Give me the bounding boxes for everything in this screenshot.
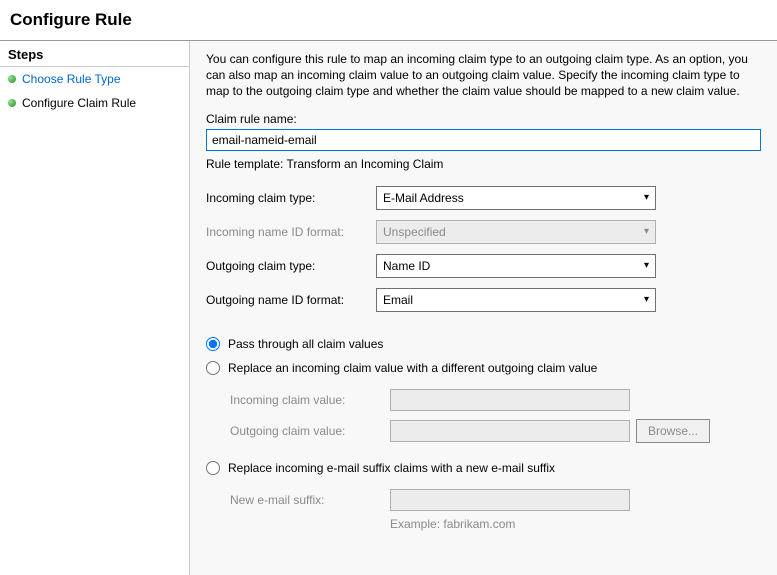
claim-rule-name-label: Claim rule name: (206, 112, 761, 126)
outgoing-nameid-format-label: Outgoing name ID format: (206, 283, 376, 317)
incoming-claim-value-label: Incoming claim value: (230, 385, 390, 415)
radio-replace-suffix-row[interactable]: Replace incoming e-mail suffix claims wi… (206, 461, 761, 475)
incoming-claim-value-input (390, 389, 630, 411)
suffix-example-text: Example: fabrikam.com (390, 517, 761, 531)
sidebar-header: Steps (0, 41, 189, 67)
radio-label: Replace an incoming claim value with a d… (228, 361, 597, 375)
claim-rule-name-input[interactable] (206, 129, 761, 151)
step-label: Configure Claim Rule (22, 96, 136, 110)
select-value: Email (383, 293, 413, 307)
main-panel: You can configure this rule to map an in… (190, 41, 777, 575)
outgoing-claim-value-label: Outgoing claim value: (230, 415, 390, 447)
new-email-suffix-input (390, 489, 630, 511)
radio-replace-value[interactable] (206, 361, 220, 375)
radio-replace-value-row[interactable]: Replace an incoming claim value with a d… (206, 361, 761, 375)
radio-pass-through[interactable] (206, 337, 220, 351)
radio-replace-suffix[interactable] (206, 461, 220, 475)
chevron-down-icon: ▾ (644, 260, 649, 271)
step-choose-rule-type[interactable]: Choose Rule Type (0, 67, 189, 91)
incoming-claim-type-select[interactable]: E-Mail Address ▾ (376, 186, 656, 210)
chevron-down-icon: ▾ (644, 192, 649, 203)
outgoing-nameid-format-select[interactable]: Email ▾ (376, 288, 656, 312)
incoming-nameid-format-select: Unspecified ▾ (376, 220, 656, 244)
radio-label: Pass through all claim values (228, 337, 383, 351)
step-configure-claim-rule[interactable]: Configure Claim Rule (0, 91, 189, 115)
chevron-down-icon: ▾ (644, 226, 649, 237)
bullet-icon (8, 75, 16, 83)
browse-button: Browse... (636, 419, 710, 443)
incoming-nameid-format-label: Incoming name ID format: (206, 215, 376, 249)
incoming-claim-type-label: Incoming claim type: (206, 181, 376, 215)
outgoing-claim-type-label: Outgoing claim type: (206, 249, 376, 283)
select-value: Name ID (383, 259, 430, 273)
outgoing-claim-value-input (390, 420, 630, 442)
steps-sidebar: Steps Choose Rule Type Configure Claim R… (0, 41, 190, 575)
step-label: Choose Rule Type (22, 72, 121, 86)
outgoing-claim-type-select[interactable]: Name ID ▾ (376, 254, 656, 278)
bullet-icon (8, 99, 16, 107)
intro-text: You can configure this rule to map an in… (206, 51, 761, 100)
select-value: E-Mail Address (383, 191, 464, 205)
radio-label: Replace incoming e-mail suffix claims wi… (228, 461, 555, 475)
radio-pass-through-row[interactable]: Pass through all claim values (206, 337, 761, 351)
select-value: Unspecified (383, 225, 446, 239)
new-email-suffix-label: New e-mail suffix: (230, 485, 390, 515)
window-title: Configure Rule (0, 0, 777, 40)
chevron-down-icon: ▾ (644, 294, 649, 305)
rule-template-text: Rule template: Transform an Incoming Cla… (206, 157, 761, 171)
